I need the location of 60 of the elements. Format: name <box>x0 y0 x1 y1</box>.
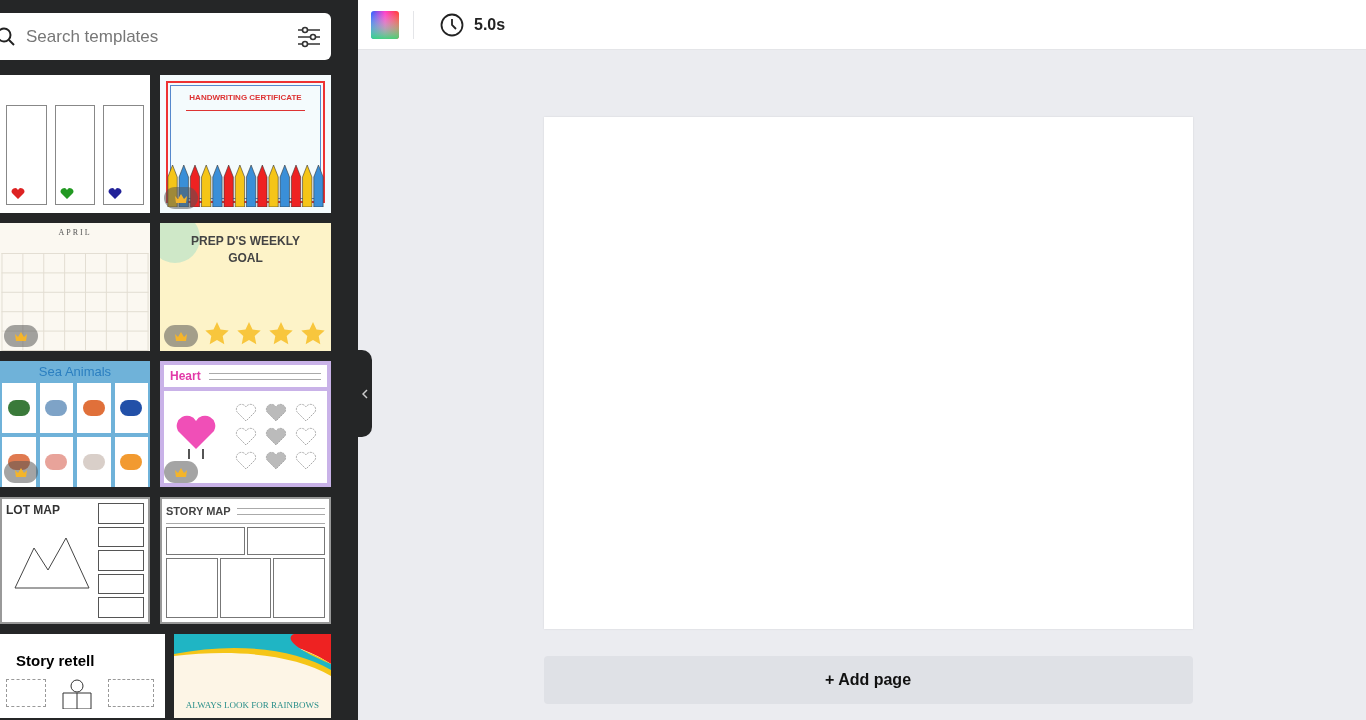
star-icon <box>205 322 229 345</box>
heart-icon <box>59 188 74 200</box>
heart-outline-icon <box>295 427 317 447</box>
template-title: HANDWRITING CERTIFICATE <box>189 92 302 104</box>
search-icon <box>0 26 16 47</box>
collapse-panel-handle[interactable] <box>358 350 372 437</box>
template-thumbnail[interactable]: PREP D'S WEEKLY GOAL <box>160 223 331 351</box>
template-title: LOT MAP <box>6 503 61 517</box>
search-bar[interactable]: Search templates <box>0 13 331 60</box>
crown-icon <box>174 466 188 478</box>
writing-box <box>98 573 144 595</box>
crown-icon <box>14 330 28 342</box>
template-title: APRIL <box>58 227 92 239</box>
clock-icon <box>440 12 464 37</box>
template-thumbnail[interactable]: ALWAYS LOOK FOR RAINBOWS <box>174 634 331 718</box>
star-icon <box>237 322 261 345</box>
template-thumbnail[interactable]: APRIL <box>0 223 150 351</box>
template-thumbnail[interactable]: LOT MAP <box>0 497 150 624</box>
chevron-left-icon <box>362 388 368 399</box>
reading-child-drawing <box>60 678 94 709</box>
add-page-button[interactable]: + Add page <box>543 656 1193 704</box>
writing-box <box>98 550 144 571</box>
writing-box <box>166 557 218 618</box>
heart-outline-icon <box>235 403 257 423</box>
writing-box <box>273 557 325 618</box>
star-icon <box>301 322 325 345</box>
star-icon <box>269 322 293 345</box>
duration-control[interactable]: 5.0s <box>440 12 506 37</box>
template-thumbnail[interactable]: Story retell <box>0 634 165 718</box>
writing-box <box>98 597 144 618</box>
template-thumbnail[interactable]: HANDWRITING CERTIFICATE <box>160 75 331 213</box>
writing-box <box>98 503 144 524</box>
heart-icon <box>108 188 123 200</box>
template-title: Heart <box>170 368 201 385</box>
template-thumbnail[interactable]: STORY MAP <box>160 497 331 624</box>
heart-outline-icon <box>235 451 257 471</box>
writing-box <box>219 557 272 618</box>
crown-icon <box>14 466 28 478</box>
template-title: PREP D'S WEEKLY GOAL <box>190 233 301 267</box>
template-title: ALWAYS LOOK FOR RAINBOWS <box>185 698 320 712</box>
heart-outline-icon <box>295 403 317 423</box>
writing-box <box>98 526 144 548</box>
template-thumbnail[interactable]: Heart <box>160 361 331 487</box>
heart-outline-icon <box>265 403 287 423</box>
heart-outline-icon <box>265 427 287 447</box>
heart-outline-icon <box>295 451 317 471</box>
template-thumbnail[interactable] <box>0 75 150 213</box>
crown-icon <box>174 192 188 204</box>
writing-box <box>108 678 154 707</box>
heart-icon <box>11 188 25 200</box>
filter-icon[interactable] <box>297 25 321 48</box>
template-title: STORY MAP <box>166 504 231 519</box>
heart-outline-icon <box>235 427 257 447</box>
template-title: Story retell <box>16 651 96 671</box>
color-picker-icon[interactable] <box>371 10 399 39</box>
template-title: Sea Animals <box>38 363 112 381</box>
crown-icon <box>174 330 188 342</box>
writing-box <box>6 678 46 707</box>
search-field[interactable]: Search templates <box>26 23 287 50</box>
heart-outline-icon <box>265 451 287 471</box>
